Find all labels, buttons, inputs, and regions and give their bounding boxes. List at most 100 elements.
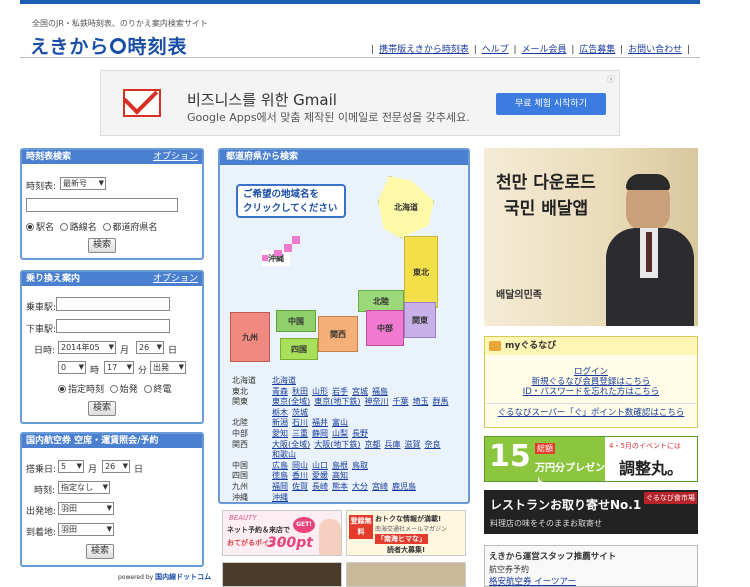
radio-first-train[interactable] (109, 385, 118, 393)
radio-specified-time[interactable] (58, 385, 66, 393)
pref-link[interactable]: 栃木 (272, 408, 288, 417)
pref-link[interactable]: 大阪(地下鉄) (314, 440, 360, 449)
radio-station[interactable] (26, 223, 34, 231)
pref-link[interactable]: 北海道 (272, 376, 296, 385)
pref-link[interactable]: 福島 (372, 387, 388, 396)
mail-member-link[interactable]: メール会員 (521, 45, 566, 55)
transfer-search-button[interactable]: 検索 (88, 401, 116, 416)
pref-link[interactable]: 鹿児島 (392, 482, 416, 491)
to-station-input[interactable] (56, 319, 170, 333)
pref-link[interactable]: 青森 (272, 387, 288, 396)
air-time-select[interactable]: 指定なし ▼ (58, 481, 110, 494)
photo-ad-left[interactable] (222, 562, 342, 587)
pref-link[interactable]: 香川 (292, 471, 308, 480)
region-tohoku[interactable]: 東北 (404, 236, 438, 308)
region-hokkaido[interactable]: 北海道 (378, 176, 434, 238)
forgot-password-link[interactable]: ID・パスワードを忘れた方はこちら (523, 387, 660, 397)
radio-line[interactable] (59, 223, 68, 231)
pref-link[interactable]: 沖縄 (272, 493, 288, 502)
pref-link[interactable]: 山形 (312, 387, 328, 396)
pref-link[interactable]: 富山 (332, 418, 348, 427)
pref-link[interactable]: 大阪(全域) (272, 440, 310, 449)
pref-link[interactable]: 東京(全域) (272, 397, 310, 406)
points-link[interactable]: ぐるなびスーパー「ぐ」ポイント数確認はこちら (498, 408, 685, 418)
pref-link[interactable]: 山梨 (332, 429, 348, 438)
air-month-select[interactable]: 5 ▼ (58, 460, 84, 473)
region-chugoku[interactable]: 中国 (276, 310, 316, 332)
pref-link[interactable]: 愛知 (272, 429, 288, 438)
region-kanto[interactable]: 関東 (404, 302, 436, 338)
air-search-button[interactable]: 検索 (86, 544, 114, 559)
option-link[interactable]: オプション (153, 272, 198, 286)
pref-link[interactable]: 福井 (312, 418, 328, 427)
pref-link[interactable]: 鳥取 (352, 461, 368, 470)
day-select[interactable]: 26 ▼ (136, 341, 164, 354)
register-link[interactable]: 新規ぐるなび会員登録はこちら (532, 377, 651, 387)
timetable-search-button[interactable]: 検索 (88, 238, 116, 253)
air-ticket-link[interactable]: 格安航空券 イーツアー (489, 577, 576, 587)
pref-link[interactable]: 兵庫 (385, 440, 401, 449)
gurunavi-title[interactable]: myぐるなび (485, 337, 697, 355)
pref-link[interactable]: 和歌山 (272, 450, 296, 459)
option-link[interactable]: オプション (153, 150, 198, 164)
pref-link[interactable]: 岡山 (292, 461, 308, 470)
region-kansai[interactable]: 関西 (318, 316, 358, 352)
air-day-select[interactable]: 26 ▼ (102, 460, 130, 473)
pref-link[interactable]: 宮城 (352, 387, 368, 396)
region-kyushu[interactable]: 九州 (230, 312, 270, 362)
pref-link[interactable]: 宮崎 (372, 482, 388, 491)
pref-link[interactable]: 千葉 (393, 397, 409, 406)
pref-link[interactable]: 岩手 (332, 387, 348, 396)
pref-link[interactable]: 東京(地下鉄) (314, 397, 360, 406)
free-trial-button[interactable]: 무료 체험 시작하기 (496, 93, 606, 115)
pref-link[interactable]: 秋田 (292, 387, 308, 396)
pref-link[interactable]: 群馬 (433, 397, 449, 406)
newsletter-ad[interactable]: 登録無料 おトクな情報が満載! 南海交通社メールマガジン 「南海ヒマな」 読者大… (346, 510, 466, 556)
station-query-input[interactable] (26, 198, 178, 212)
present-ad[interactable]: 15 総額 万円分プレゼント 4・5月のイベントには 調整丸。 (484, 436, 698, 489)
edition-select[interactable]: 最新号 ▼ (60, 177, 106, 190)
pref-link[interactable]: 大分 (352, 482, 368, 491)
pref-link[interactable]: 滋賀 (405, 440, 421, 449)
pref-link[interactable]: 愛媛 (312, 471, 328, 480)
pref-link[interactable]: 佐賀 (292, 482, 308, 491)
radio-last-train[interactable] (143, 385, 152, 393)
powered-by[interactable]: powered by 国内線ドットコム (118, 572, 211, 582)
beauty-ad[interactable]: BEAUTY ネット予約＆来店で GET! おてがるポイント 300pt (222, 510, 342, 556)
pref-link[interactable]: 新潟 (272, 418, 288, 427)
pref-link[interactable]: 石川 (292, 418, 308, 427)
contact-link[interactable]: お問い合わせ (628, 45, 682, 55)
restaurant-ad[interactable]: レストランお取り寄せNo.1 料理店の味をそのままお取寄せ ぐるなび食市場 (484, 490, 698, 534)
arrival-select[interactable]: 羽田 ▼ (58, 523, 114, 536)
site-logo[interactable]: えきから 時刻表 (30, 32, 187, 59)
pref-link[interactable]: 静岡 (312, 429, 328, 438)
pref-link[interactable]: 三重 (292, 429, 308, 438)
photo-ad-right[interactable] (346, 562, 466, 587)
login-link[interactable]: ログイン (574, 367, 608, 377)
mobile-link[interactable]: 携帯版えきから時刻表 (379, 45, 469, 55)
region-shikoku[interactable]: 四国 (280, 338, 318, 360)
year-month-select[interactable]: 2014年05 ▼ (58, 341, 116, 354)
radio-prefecture[interactable] (102, 223, 111, 231)
minute-select[interactable]: 17 ▼ (104, 361, 134, 374)
pref-link[interactable]: 長野 (352, 429, 368, 438)
pref-link[interactable]: 広島 (272, 461, 288, 470)
region-chubu[interactable]: 中部 (366, 310, 404, 346)
pref-link[interactable]: 長崎 (312, 482, 328, 491)
ad-recruit-link[interactable]: 広告募集 (579, 45, 615, 55)
ad-info-icon[interactable]: ⓧ (607, 74, 615, 85)
pref-link[interactable]: 埼玉 (413, 397, 429, 406)
pref-link[interactable]: 神奈川 (365, 397, 389, 406)
departure-select[interactable]: 羽田 ▼ (58, 502, 114, 515)
region-hokuriku[interactable]: 北陸 (358, 290, 404, 312)
pref-link[interactable]: 高知 (332, 471, 348, 480)
depart-arrive-select[interactable]: 出発 ▼ (150, 361, 186, 374)
pref-link[interactable]: 福岡 (272, 482, 288, 491)
pref-link[interactable]: 島根 (332, 461, 348, 470)
gmail-ad-banner[interactable]: 비즈니스를 위한 Gmail Google Apps에서 맞춤 제작된 이메일로… (100, 70, 620, 136)
pref-link[interactable]: 茨城 (292, 408, 308, 417)
pref-link[interactable]: 徳島 (272, 471, 288, 480)
delivery-app-ad[interactable]: 천만 다운로드 국민 배달앱 배달의민족 (484, 148, 698, 326)
pref-link[interactable]: 奈良 (425, 440, 441, 449)
help-link[interactable]: ヘルプ (482, 45, 509, 55)
